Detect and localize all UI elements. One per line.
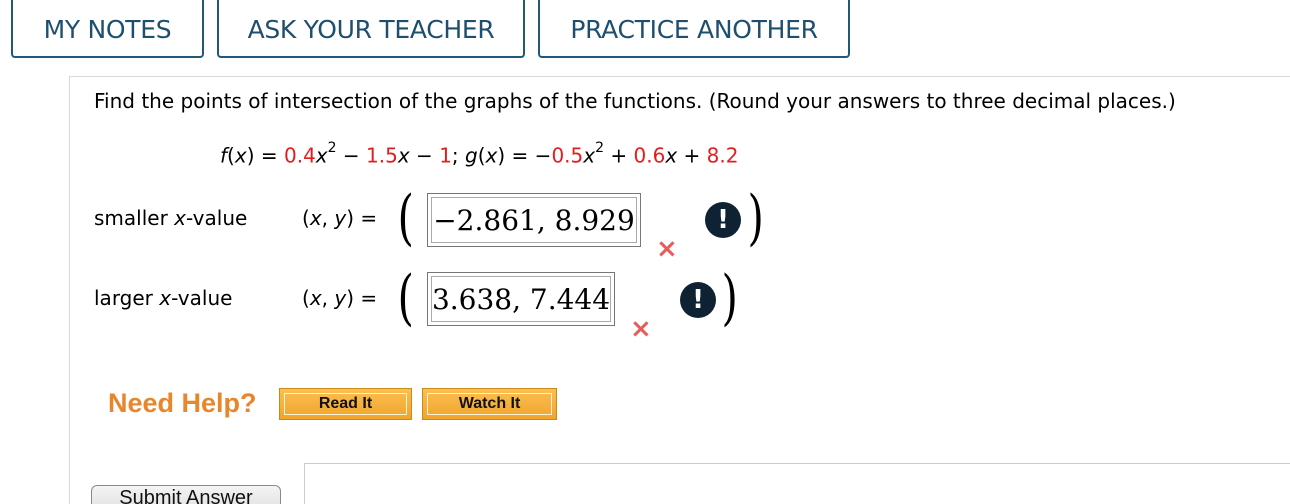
label-prefix: smaller — [94, 206, 175, 230]
question-toolbar: MY NOTES ASK YOUR TEACHER PRACTICE ANOTH… — [0, 0, 1290, 62]
g-coefficient-b: 0.6 — [633, 143, 666, 168]
watch-it-label: Watch It — [427, 393, 552, 415]
f-op1: − — [336, 143, 367, 168]
f-exponent: 2 — [327, 140, 337, 156]
f-coefficient-b: 1.5 — [366, 143, 398, 168]
g-exponent: 2 — [595, 140, 605, 156]
g-op2: + — [677, 143, 707, 168]
answer-label-larger: larger x-value — [94, 286, 232, 310]
read-it-button[interactable]: Read It — [279, 388, 412, 420]
read-it-label: Read It — [284, 393, 407, 415]
label-var: x — [174, 206, 186, 230]
function-separator: ; — [451, 143, 466, 168]
close-paren: ) — [747, 183, 764, 253]
f-op2: − — [409, 143, 440, 168]
assignment-page: MY NOTES ASK YOUR TEACHER PRACTICE ANOTH… — [0, 0, 1290, 504]
practice-another-button[interactable]: PRACTICE ANOTHER — [538, 0, 850, 58]
wrong-icon: × — [656, 234, 678, 264]
divider — [69, 76, 1290, 77]
f-constant-c: 1 — [439, 143, 452, 168]
label-prefix: larger — [94, 286, 160, 310]
g-lhs: g(x) = − — [465, 143, 552, 168]
g-var-x2: x — [583, 143, 596, 168]
ask-teacher-button[interactable]: ASK YOUR TEACHER — [217, 0, 525, 58]
my-notes-button[interactable]: MY NOTES — [11, 0, 204, 58]
question-prompt: Find the points of intersection of the g… — [94, 89, 1176, 113]
f-coefficient-a: 0.4 — [283, 143, 316, 168]
need-help-label: Need Help? — [108, 388, 257, 418]
divider — [69, 76, 70, 504]
f-var-x2: x — [315, 143, 328, 168]
submission-panel — [304, 463, 1290, 504]
xy-label: (x, y) = — [302, 206, 378, 230]
function-definitions: f(x) = 0.4x2 − 1.5x − 1; g(x) = −0.5x2 +… — [220, 140, 739, 168]
answer-input-larger[interactable]: 3.638, 7.444 — [427, 272, 615, 326]
open-paren: ( — [397, 263, 414, 333]
open-paren: ( — [397, 183, 414, 253]
alert-icon[interactable]: ! — [680, 282, 716, 318]
wrong-icon: × — [630, 314, 652, 344]
g-var-x1: x — [665, 143, 678, 168]
submit-answer-button[interactable]: Submit Answer — [91, 485, 281, 504]
label-var: x — [159, 286, 172, 310]
f-lhs: f(x) = — [220, 143, 284, 168]
g-op1: + — [604, 143, 634, 168]
label-suffix: -value — [186, 206, 248, 230]
f-var-x1: x — [397, 143, 410, 168]
g-constant-c: 8.2 — [706, 143, 739, 168]
watch-it-button[interactable]: Watch It — [422, 388, 557, 420]
xy-label: (x, y) = — [302, 286, 378, 310]
answer-input-smaller[interactable]: −2.861, 8.929 — [427, 193, 641, 247]
answer-label-smaller: smaller x-value — [94, 206, 247, 230]
alert-icon[interactable]: ! — [705, 202, 741, 238]
label-suffix: -value — [171, 286, 233, 310]
close-paren: ) — [721, 263, 738, 333]
g-coefficient-a: 0.5 — [551, 143, 584, 168]
